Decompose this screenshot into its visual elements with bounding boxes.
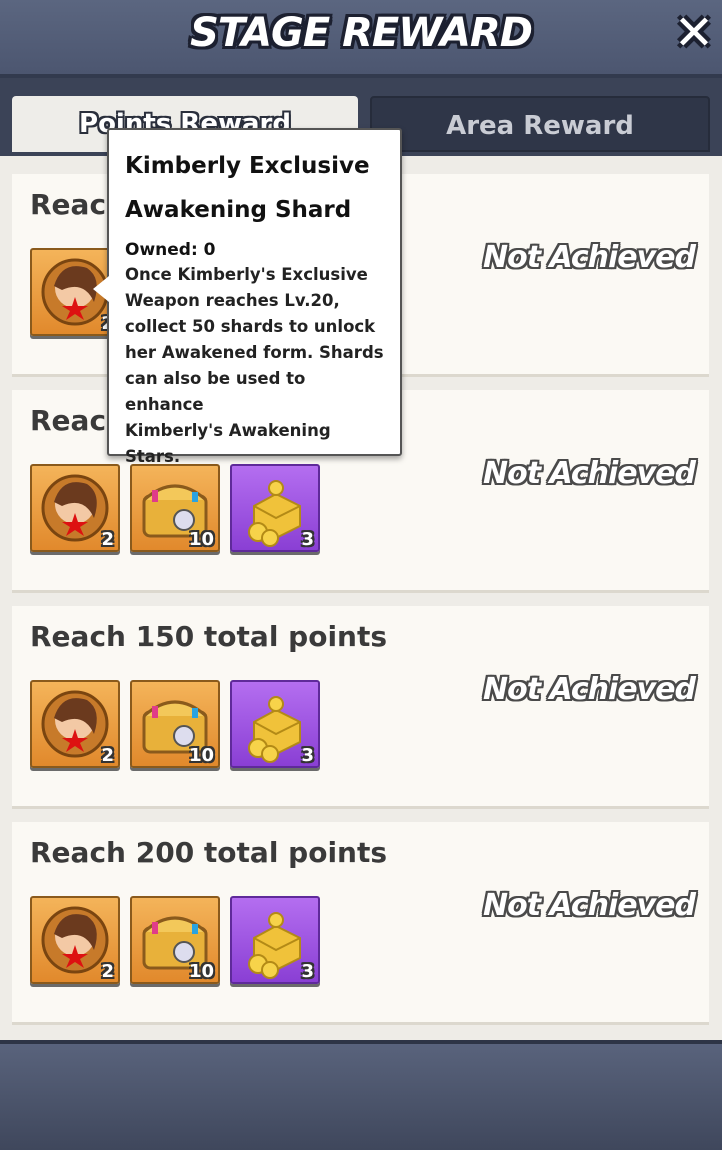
item-quantity: 10 [188,961,214,982]
header-bar: STAGE REWARD ✕ [0,0,722,78]
tooltip-desc-line: her Awakened form. Shards [125,343,384,362]
tab-area-reward[interactable]: Area Reward [370,96,710,152]
item-quantity: 10 [188,745,214,766]
shard-item[interactable]: 2 [30,464,120,552]
status-label: Not Achieved [483,456,696,491]
tooltip-owned: Owned: 0 [125,240,216,260]
tier-title: Reach 150 total points [30,620,388,653]
status-label: Not Achieved [483,240,696,275]
close-button[interactable]: ✕ [672,8,716,58]
chest-item[interactable]: 10 [130,680,220,768]
gold-item[interactable]: 3 [230,680,320,768]
tooltip-title-line1: Kimberly Exclusive [125,153,370,179]
item-quantity: 3 [301,745,314,766]
tooltip-desc-line: Once Kimberly's Exclusive [125,265,368,284]
status-label: Not Achieved [483,888,696,923]
item-quantity: 2 [101,745,114,766]
reward-tier-card: Reach 200 total points Not Achieved 2 10… [12,822,709,1022]
tooltip-desc-line: collect 50 shards to unlock [125,317,376,336]
tooltip-description: Once Kimberly's Exclusive Weapon reaches… [125,262,384,470]
tooltip-desc-line: Kimberly's Awakening [125,421,331,440]
tier-title: Reach 200 total points [30,836,388,869]
chest-item[interactable]: 10 [130,464,220,552]
tooltip-arrow [93,276,109,302]
item-quantity: 3 [301,529,314,550]
item-quantity: 2 [101,961,114,982]
item-tooltip: Kimberly Exclusive Awakening Shard Owned… [93,128,402,466]
item-quantity: 10 [188,529,214,550]
tooltip-desc-line: can also be used to enhance [125,369,306,414]
gold-item[interactable]: 3 [230,464,320,552]
shard-item[interactable]: 2 [30,896,120,984]
shard-item[interactable]: 2 [30,680,120,768]
status-label: Not Achieved [483,672,696,707]
item-quantity: 2 [101,529,114,550]
tooltip-desc-line: Weapon reaches Lv.20, [125,291,340,310]
chest-item[interactable]: 10 [130,896,220,984]
page-title: STAGE REWARD [190,10,533,56]
tooltip-desc-line: Stars. [125,447,181,466]
tooltip-title-line2: Awakening Shard [125,197,352,223]
bottom-bar [0,1040,722,1150]
reward-tier-card: Reach 150 total points Not Achieved 2 10… [12,606,709,806]
gold-item[interactable]: 3 [230,896,320,984]
item-quantity: 3 [301,961,314,982]
